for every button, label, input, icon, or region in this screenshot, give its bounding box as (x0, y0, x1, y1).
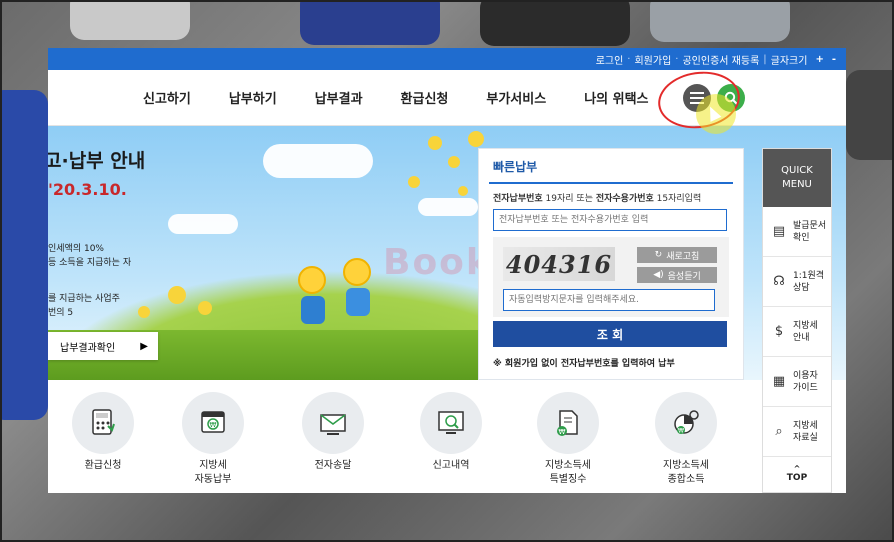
service-e-delivery[interactable]: 전자송달 (278, 392, 388, 473)
svg-text:₩: ₩ (559, 428, 566, 436)
nav-refund[interactable]: 환급신청 (401, 88, 449, 107)
hero-title: 고·납부 안내 (48, 150, 146, 172)
refund-calculator-icon (92, 409, 115, 435)
flower (468, 131, 484, 147)
quick-menu-remote-support[interactable]: ☊ 1:1원격 상담 (763, 257, 831, 307)
quick-menu-tax-guide[interactable]: $ 지방세 안내 (763, 307, 831, 357)
payment-result-button[interactable]: 납부결과확인 ▶ (48, 332, 158, 360)
report-history-icon (438, 411, 464, 434)
quick-menu-user-guide[interactable]: ▦ 이용자 가이드 (763, 357, 831, 407)
guide-icon: ▦ (772, 373, 786, 389)
cloud (418, 198, 478, 216)
signup-link[interactable]: 회원가입 (634, 52, 671, 67)
hero-date: '20.3.10. (48, 180, 127, 199)
play-arrow-icon: ▶ (140, 340, 148, 352)
cloud (168, 214, 238, 234)
scroll-top-button[interactable]: ^ TOP (763, 457, 831, 484)
separator: · (675, 53, 679, 65)
payment-result-label: 납부결과확인 (60, 342, 116, 354)
captcha-input[interactable] (503, 289, 715, 311)
captcha-area: 404316 ↻ 새로고침 ◀) 음성듣기 (493, 237, 729, 317)
special-withholding-icon: ₩ (557, 410, 578, 436)
quick-menu-archive[interactable]: ⌕ 지방세 자료실 (763, 407, 831, 457)
background-car (70, 0, 190, 40)
background-car (480, 0, 630, 46)
quick-menu-header: QUICK MENU (763, 149, 831, 207)
money-bag-icon: $ (774, 323, 784, 339)
auto-payment-icon: ₩ (201, 411, 225, 433)
hero-text: 인세액의 10% (48, 244, 104, 254)
captcha-refresh-button[interactable]: ↻ 새로고침 (637, 247, 717, 263)
font-decrease-button[interactable]: - (832, 54, 836, 65)
service-special-withholding[interactable]: ₩ 지방소득세 특별징수 (513, 392, 623, 487)
quick-menu-sidebar: QUICK MENU ▤ 발급문서 확인 ☊ 1:1원격 상담 $ 지방세 안내 ▦ 이… (762, 148, 832, 493)
archive-icon: ⌕ (775, 423, 783, 439)
service-auto-payment[interactable]: ₩ 지방세 자동납부 (158, 392, 268, 487)
child-illustration (298, 266, 328, 326)
hero-text: 등 소득을 지급하는 자 (48, 258, 132, 268)
nav-pay[interactable]: 납부하기 (229, 88, 277, 107)
top-utility-bar: 로그인 · 회원가입 · 공인인증서 재등록 | 글자크기 + - (48, 48, 846, 70)
quick-payment-panel: 빠른납부 전자납부번호 19자리 또는 전자수용가번호 15자리입력 40431… (478, 148, 744, 380)
service-refund[interactable]: 환급신청 (48, 392, 158, 473)
comprehensive-income-icon: ₩ (674, 410, 699, 435)
login-link[interactable]: 로그인 (596, 52, 624, 67)
hero-text: 번의 5 (48, 308, 74, 318)
cloud (263, 144, 373, 178)
lookup-button[interactable]: 조 회 (493, 321, 727, 347)
captcha-image: 404316 (503, 247, 615, 281)
svg-text:₩: ₩ (678, 428, 684, 435)
watermark: Book (383, 242, 492, 283)
nav-report[interactable]: 신고하기 (143, 88, 191, 107)
svg-text:₩: ₩ (210, 421, 217, 429)
flower (138, 306, 150, 318)
speaker-icon: ◀) (653, 270, 664, 280)
service-report-history[interactable]: 신고내역 (396, 392, 506, 473)
flower (168, 286, 186, 304)
captcha-audio-button[interactable]: ◀) 음성듣기 (637, 267, 717, 283)
separator: | (763, 53, 767, 65)
background-car (0, 90, 48, 420)
quick-menu-issued-docs[interactable]: ▤ 발급문서 확인 (763, 207, 831, 257)
flower (408, 176, 420, 188)
refresh-icon: ↻ (654, 250, 663, 260)
service-shortcuts: 환급신청 ₩ 지방세 자동납부 전자송달 신고내역 ₩ 지방소득세 특별징수 ₩ 지… (48, 380, 748, 493)
quick-payment-title: 빠른납부 (489, 149, 733, 184)
headset-icon: ☊ (773, 273, 785, 289)
chevron-up-icon: ^ (793, 464, 801, 473)
separator: · (627, 53, 631, 65)
nav-my-wetax[interactable]: 나의 위택스 (584, 88, 648, 107)
e-delivery-icon (320, 414, 346, 435)
flower (198, 301, 212, 315)
child-illustration (343, 258, 373, 318)
font-size-label: 글자크기 (770, 55, 808, 67)
cert-reregister-link[interactable]: 공인인증서 재등록 (682, 52, 759, 67)
service-comprehensive-income[interactable]: ₩ 지방소득세 종합소득 (631, 392, 741, 487)
wetax-website: 로그인 · 회원가입 · 공인인증서 재등록 | 글자크기 + - 신고하기 납… (48, 48, 846, 493)
flower (458, 186, 468, 196)
flower (428, 136, 442, 150)
quick-payment-desc: 전자납부번호 19자리 또는 전자수용가번호 15자리입력 (493, 194, 702, 204)
background-car (846, 70, 894, 160)
background-car (300, 0, 440, 45)
background-car (650, 0, 790, 42)
quick-payment-note: ※ 회원가입 없이 전자납부번호를 입력하여 납부 (493, 359, 675, 369)
flower (448, 156, 460, 168)
document-icon: ▤ (772, 223, 786, 239)
hero-text: 를 지급하는 사업주 (48, 294, 120, 304)
nav-payment-result[interactable]: 납부결과 (315, 88, 363, 107)
nav-extra-services[interactable]: 부가서비스 (486, 88, 546, 107)
payment-number-input[interactable] (493, 209, 727, 231)
font-increase-button[interactable]: + (815, 54, 823, 65)
